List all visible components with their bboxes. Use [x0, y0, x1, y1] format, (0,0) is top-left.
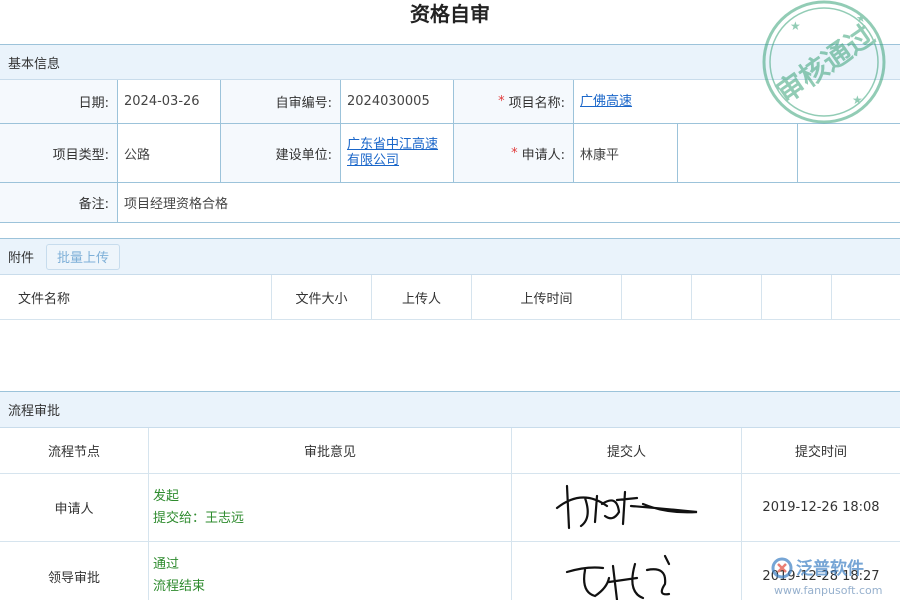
col-file-name: 文件名称	[0, 275, 272, 319]
remark-label: 备注:	[0, 183, 118, 222]
approved-stamp: 审核通过 ★ ★ ★	[762, 0, 886, 124]
col-opinion: 审批意见	[149, 428, 512, 473]
attachment-header: 附件 批量上传	[0, 238, 900, 275]
signature-image	[555, 484, 697, 529]
col-uploader: 上传人	[372, 275, 472, 319]
batch-upload-button[interactable]: 批量上传	[46, 243, 121, 270]
table-row: 申请人 发起 提交给：王志远 2019-12-26 18:08	[0, 474, 900, 542]
signature-cell	[512, 474, 742, 541]
flow-node: 申请人	[0, 474, 149, 541]
project-link[interactable]: 广佛高速	[580, 94, 632, 110]
project-label: * 项目名称:	[454, 80, 574, 123]
attachment-title: 附件	[8, 251, 35, 266]
col-empty	[832, 275, 900, 319]
svg-text:★: ★	[790, 19, 801, 33]
flow-node: 领导审批	[0, 542, 149, 600]
type-value: 公路	[118, 124, 221, 182]
flow-opinion: 通过 流程结束	[149, 542, 512, 600]
signature-cell	[512, 542, 742, 600]
flow-opinion: 发起 提交给：王志远	[149, 474, 512, 541]
col-file-size: 文件大小	[272, 275, 372, 319]
empty-cell	[798, 124, 900, 182]
basic-row-2: 项目类型: 公路 建设单位: 广东省中江高速 有限公司 * 申请人: 林康平	[0, 124, 900, 183]
basic-row-3: 备注: 项目经理资格合格	[0, 183, 900, 223]
date-value: 2024-03-26	[118, 80, 221, 123]
code-value: 2024030005	[341, 80, 454, 123]
col-flow-node: 流程节点	[0, 428, 149, 473]
table-row: 领导审批 通过 流程结束 2019-12-28 18:27	[0, 542, 900, 600]
col-submit-time: 提交时间	[794, 445, 847, 460]
empty-cell	[678, 124, 798, 182]
required-mark: *	[511, 145, 518, 161]
flow-header: 流程审批	[0, 391, 900, 428]
applicant-label: * 申请人:	[454, 124, 574, 182]
opinion-line2: 提交给：王志远	[153, 510, 245, 526]
date-label: 日期:	[0, 80, 118, 123]
flow-table-header: 流程节点 审批意见 提交人 提交时间	[0, 428, 900, 474]
type-label: 项目类型:	[0, 124, 118, 182]
svg-text:审核通过: 审核通过	[770, 18, 881, 109]
remark-value: 项目经理资格合格	[124, 197, 229, 212]
svg-text:泛普软件: 泛普软件	[796, 558, 864, 579]
opinion-line1: 通过	[153, 557, 180, 572]
col-empty	[762, 275, 832, 319]
brand-watermark: 泛普软件 www.fanpusoft.com	[771, 557, 882, 597]
col-submitter: 提交人	[512, 428, 742, 473]
required-mark: *	[498, 94, 505, 109]
applicant-value: 林康平	[574, 124, 678, 182]
submit-time: 2019-12-26 18:08	[762, 500, 880, 515]
svg-text:★: ★	[856, 12, 866, 25]
col-empty	[692, 275, 762, 319]
svg-text:www.fanpusoft.com: www.fanpusoft.com	[774, 584, 882, 597]
svg-text:★: ★	[852, 93, 863, 107]
unit-link-line1[interactable]: 广东省中江高速	[347, 137, 438, 153]
col-upload-time: 上传时间	[472, 275, 622, 319]
code-label: 自审编号:	[221, 80, 341, 123]
signature-image	[565, 554, 670, 600]
unit-link-line2[interactable]: 有限公司	[347, 153, 399, 169]
col-empty	[622, 275, 692, 319]
opinion-line1: 发起	[153, 488, 180, 504]
unit-value: 广东省中江高速 有限公司	[341, 124, 454, 182]
opinion-line2: 流程结束	[153, 579, 206, 594]
unit-label: 建设单位:	[221, 124, 341, 182]
attachment-table-header: 文件名称 文件大小 上传人 上传时间	[0, 275, 900, 320]
